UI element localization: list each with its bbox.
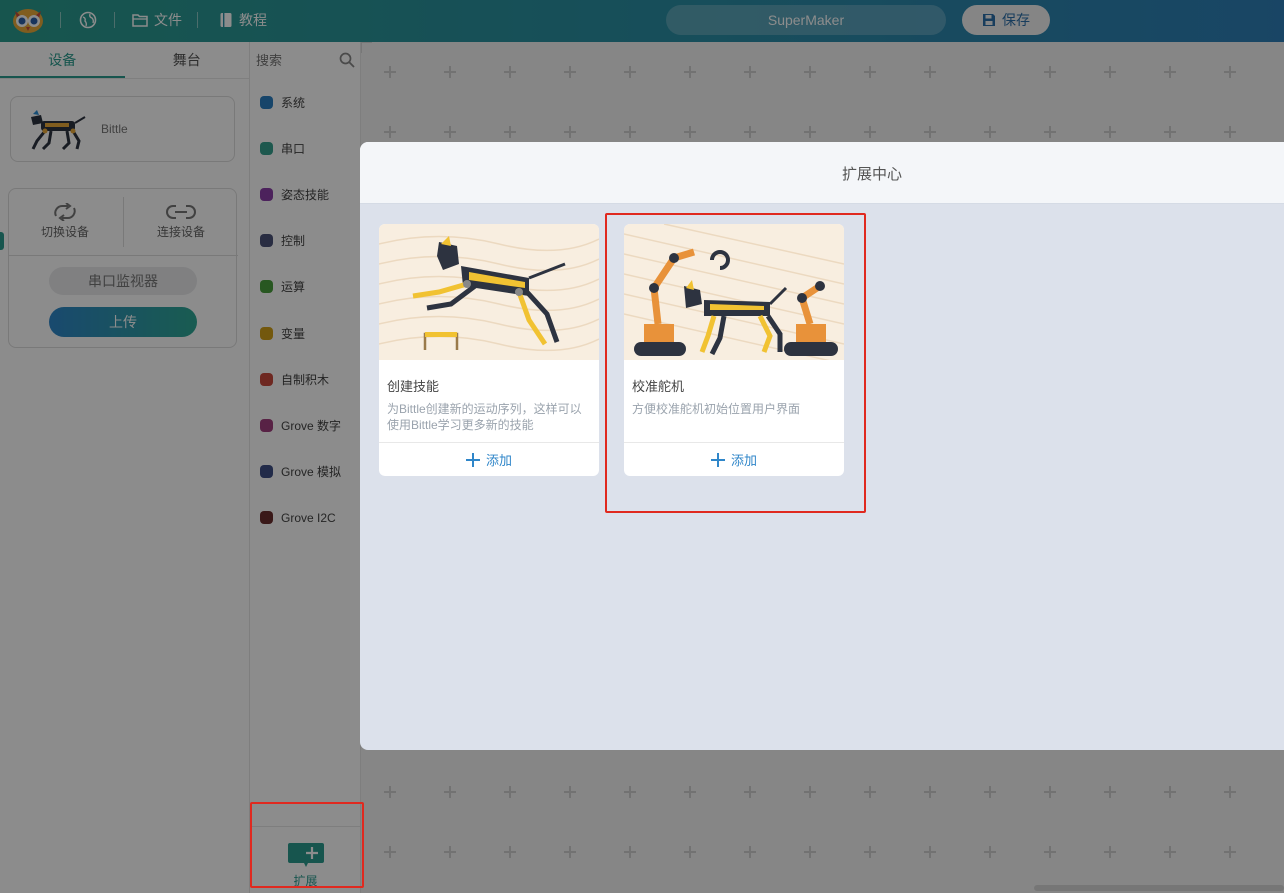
add-extension-button[interactable]: 添加 — [379, 442, 599, 476]
modal-header: 扩展中心 — [360, 142, 1284, 204]
highlight-box-calibrate-servo — [605, 213, 866, 513]
add-button-label: 添加 — [485, 453, 512, 468]
extension-card-create-skill[interactable]: 创建技能 为Bittle创建新的运动序列，这样可以使用Bittle学习更多新的技… — [379, 224, 599, 476]
modal-title: 扩展中心 — [841, 166, 902, 183]
plus-icon — [465, 452, 480, 467]
create-skill-image — [379, 224, 599, 360]
highlight-box-extension — [250, 802, 364, 888]
extension-card-title: 创建技能 — [387, 379, 440, 394]
extension-card-description: 为Bittle创建新的运动序列，这样可以使用Bittle学习更多新的技能 — [387, 402, 582, 432]
